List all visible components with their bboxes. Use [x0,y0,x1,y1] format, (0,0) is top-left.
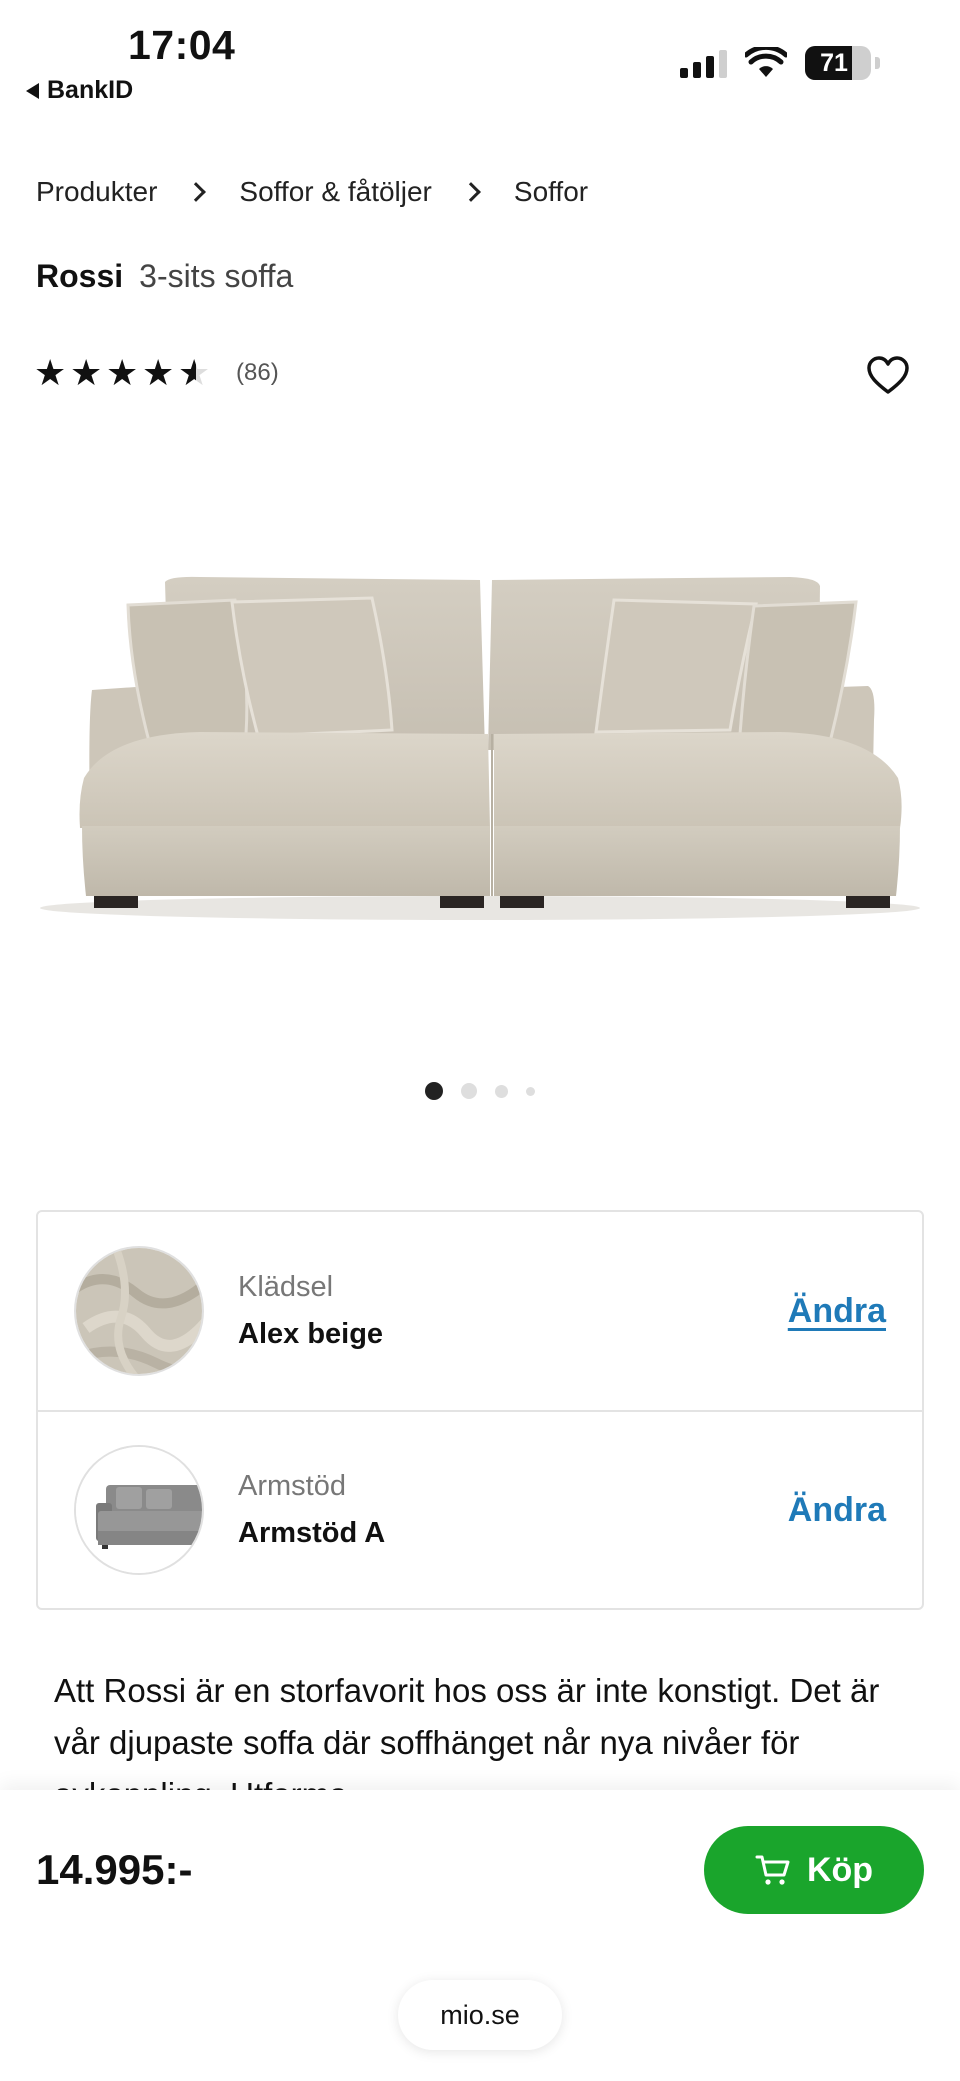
option-value: Armstöd A [238,1517,386,1549]
star-icon: ★ ★ [142,352,175,393]
back-to-app-button[interactable]: BankID [26,76,133,105]
option-label: Klädsel [238,1271,334,1303]
option-label: Armstöd [238,1470,346,1502]
battery-percent: 71 [820,48,848,77]
product-price: 14.995:- [36,1846,193,1893]
browser-url: mio.se [440,1999,520,2030]
battery-cap [875,57,880,69]
cart-icon [755,1855,790,1885]
rating-stars: ★ ★ ★ ★ ★ ★ ★ ★ ★ ★ [34,355,214,391]
star-icon: ★ ★ [106,352,139,393]
carousel-dot[interactable] [495,1084,508,1098]
back-arrow-icon [26,82,39,99]
breadcrumb-item-produkter[interactable]: Produkter [36,176,157,208]
star-icon: ★ ★ [178,352,211,393]
wifi-icon [745,47,787,77]
favorite-heart-icon[interactable] [866,356,910,396]
review-count: (86) [236,359,279,386]
product-title: Rossi 3-sits soffa [36,258,293,295]
product-page: 17:04 BankID 71 Produkter Soffor & fåtöl… [0,0,960,2081]
change-armrest-link[interactable]: Ändra [788,1491,886,1530]
cellular-signal-icon [680,48,727,78]
option-row-upholstery[interactable]: Klädsel Alex beige Ändra [38,1212,922,1410]
breadcrumb-item-soffor[interactable]: Soffor [514,176,588,208]
carousel-dot[interactable] [461,1083,477,1099]
back-app-label: BankID [47,76,134,104]
carousel-dot[interactable] [425,1082,443,1100]
option-value: Alex beige [238,1318,384,1350]
breadcrumb: Produkter Soffor & fåtöljer Soffor [36,176,588,208]
battery-icon: 71 [805,46,871,80]
product-name: Rossi [36,258,124,294]
option-row-armrest[interactable]: Armstöd Armstöd A Ändra [38,1410,922,1608]
carousel-dot[interactable] [526,1086,535,1096]
chevron-right-icon [460,179,486,205]
product-options: Klädsel Alex beige Ändra Armstöd Armstöd… [36,1210,924,1610]
product-subtitle: 3-sits soffa [139,258,294,294]
image-carousel-dots[interactable] [0,1082,960,1100]
buy-bar: 14.995:- Köp mio.se [0,1790,960,2081]
fabric-swatch-thumbnail [74,1246,204,1376]
breadcrumb-item-soffor-fatoljer[interactable]: Soffor & fåtöljer [239,176,431,208]
armrest-thumbnail [74,1445,204,1575]
browser-address-bar[interactable]: mio.se [398,1980,562,2050]
buy-button[interactable]: Köp [704,1826,924,1914]
status-time: 17:04 [128,22,236,68]
status-icons: 71 [680,46,880,80]
buy-button-label: Köp [806,1850,874,1889]
star-icon: ★ ★ [70,352,103,393]
star-icon: ★ ★ [34,352,67,393]
rating[interactable]: ★ ★ ★ ★ ★ ★ ★ ★ ★ ★ (86) [34,355,279,391]
chevron-right-icon [185,179,211,205]
product-image-sofa[interactable] [0,520,960,960]
change-upholstery-link[interactable]: Ändra [788,1292,886,1331]
